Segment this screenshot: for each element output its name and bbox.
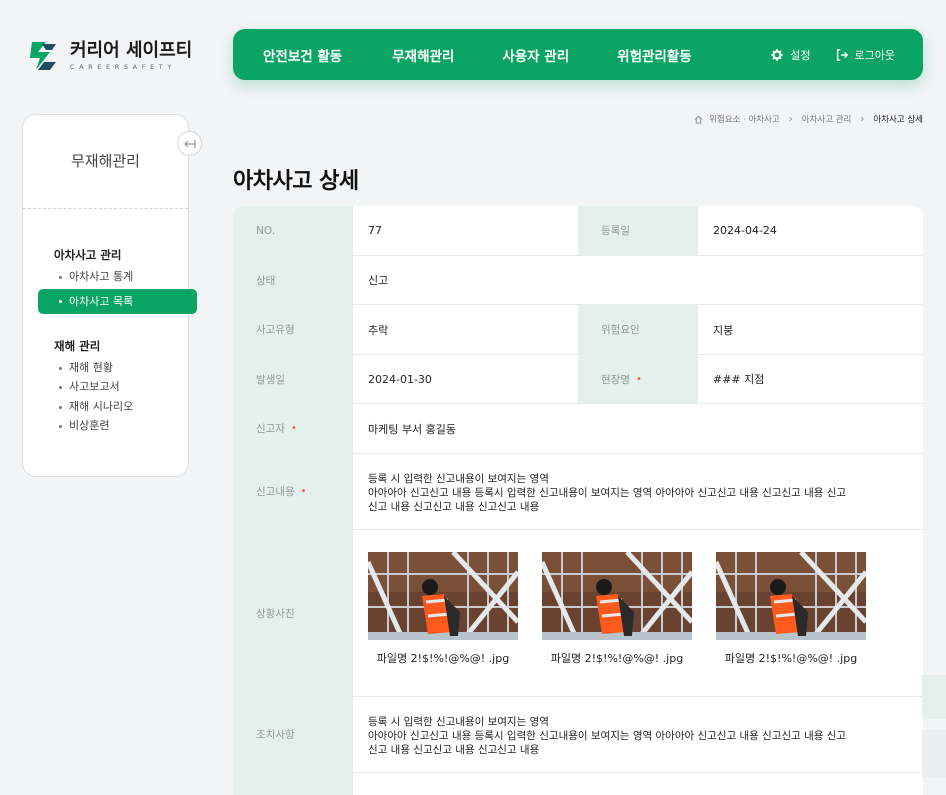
table-row: 상태 신고 bbox=[233, 256, 923, 305]
field-value-content: 등록 시 입력한 신고내용이 보여지는 영역 아아아아 신고신고 내용 등록시 … bbox=[353, 454, 923, 529]
photo-thumbnail[interactable] bbox=[368, 552, 518, 640]
field-value-status: 신고 bbox=[368, 274, 389, 287]
nav-item-zero-accident[interactable]: 무재해관리 bbox=[392, 45, 454, 65]
field-value-action: 등록 시 입력한 신고내용이 보여지는 영역 아아아아 신고신고 내용 등록시 … bbox=[353, 697, 923, 772]
photo-item[interactable]: 파일명 2!$!%!@%@! .jpg bbox=[368, 552, 518, 696]
sidebar-group-disaster: 재해 관리 재해 현황 사고보고서 재해 시나리오 비상훈련 bbox=[23, 338, 188, 436]
detail-table: NO. 77 등록일 2024-04-24 상태 신고 사고유형 추락 위험요인… bbox=[233, 206, 923, 795]
brand-logo[interactable]: 커리어 세이프티 CAREERSAFETY bbox=[28, 40, 192, 72]
photo-thumbnail[interactable] bbox=[542, 552, 692, 640]
field-label: 사고유형 bbox=[233, 305, 353, 354]
brand-name: 커리어 세이프티 bbox=[70, 40, 193, 61]
top-nav: 안전보건 활동 무재해관리 사용자 관리 위험관리활동 설정 로그아웃 bbox=[233, 29, 923, 80]
photo-filename: 파일명 2!$!%!@%@! .jpg bbox=[376, 652, 510, 665]
field-value-type: 추락 bbox=[368, 323, 389, 337]
logout-icon bbox=[836, 48, 848, 61]
settings-button[interactable]: 설정 bbox=[770, 47, 811, 63]
field-label: 조치사항 bbox=[233, 697, 353, 772]
field-value-site: ### 지점 bbox=[713, 373, 765, 386]
field-value-risk: 지붕 bbox=[713, 323, 734, 337]
nav-item-risk-mgmt[interactable]: 위험관리활동 bbox=[617, 45, 692, 65]
photo-filename: 파일명 2!$!%!@%@! .jpg bbox=[550, 652, 684, 665]
sidebar-title: 무재해관리 bbox=[23, 115, 188, 209]
breadcrumb: 위험요소 · 아차사고 › 아차사고 관리 › 아차사고 상세 bbox=[694, 113, 923, 125]
field-label-content: 신고내용 • bbox=[233, 454, 353, 529]
action-line: 신고 내용 신고신고 내용 신고신고 내용 bbox=[368, 744, 540, 756]
home-icon[interactable] bbox=[694, 115, 703, 124]
field-label-reporter: 신고자 • bbox=[233, 404, 353, 453]
required-mark: • bbox=[290, 423, 297, 434]
sidebar-item-accident-report[interactable]: 사고보고서 bbox=[23, 377, 188, 397]
content-line: 신고 내용 신고신고 내용 신고신고 내용 bbox=[368, 501, 540, 513]
table-row: NO. 77 등록일 2024-04-24 bbox=[233, 206, 923, 256]
photo-item[interactable]: 파일명 2!$!%!@%@! .jpg bbox=[716, 552, 866, 696]
field-label: NO. bbox=[233, 206, 353, 255]
field-value-date: 2024-04-24 bbox=[713, 224, 777, 237]
gear-icon bbox=[771, 48, 783, 61]
content-line: 아아아아 신고신고 내용 등록시 입력한 신고내용이 보여지는 영역 아아아아 … bbox=[368, 487, 847, 499]
page-title: 아차사고 상세 bbox=[233, 169, 359, 194]
field-label-text: 현장명 bbox=[601, 373, 630, 386]
chevron-right-icon: › bbox=[860, 113, 865, 125]
logout-label: 로그아웃 bbox=[854, 48, 895, 62]
table-row: 신고내용 • 등록 시 입력한 신고내용이 보여지는 영역 아아아아 신고신고 내… bbox=[233, 454, 923, 530]
table-row: 신고자 • 마케팅 부서 홍길동 bbox=[233, 404, 923, 454]
field-label: 발생일 bbox=[233, 355, 353, 403]
table-row: 상황사진 파일명 2!$!%!@%@! .jpg 파일명 2!$!%!@%@! … bbox=[233, 530, 923, 697]
sidebar: 무재해관리 아차사고 관리 아차사고 통계 아차사고 목록 재해 관리 재해 현… bbox=[22, 114, 202, 477]
field-label: 등록일 bbox=[578, 206, 698, 255]
field-value-occur-date: 2024-01-30 bbox=[368, 372, 432, 386]
chevron-right-icon: › bbox=[788, 113, 793, 125]
photo-thumbnail[interactable] bbox=[716, 552, 866, 640]
breadcrumb-item[interactable]: 아차사고 관리 bbox=[802, 113, 852, 125]
logout-button[interactable]: 로그아웃 bbox=[835, 47, 895, 63]
logo-mark-icon bbox=[30, 42, 56, 70]
group-title: 재해 관리 bbox=[54, 338, 101, 353]
settings-label: 설정 bbox=[790, 48, 811, 62]
field-label-text: 신고내용 bbox=[256, 486, 295, 498]
field-label: 위험요인 bbox=[578, 305, 698, 354]
field-label: 상황사진 bbox=[233, 530, 353, 696]
photo-filename: 파일명 2!$!%!@%@! .jpg bbox=[724, 652, 858, 665]
field-value-reporter: 마케팅 부서 홍길동 bbox=[368, 422, 456, 436]
brand-sub: CAREERSAFETY bbox=[70, 63, 176, 71]
field-label: 상태 bbox=[233, 256, 353, 304]
field-label-empty bbox=[233, 773, 353, 795]
photo-item[interactable]: 파일명 2!$!%!@%@! .jpg bbox=[542, 552, 692, 696]
sidebar-item-near-miss-list[interactable]: 아차사고 목록 bbox=[38, 288, 197, 314]
scroll-panel-edge bbox=[922, 730, 946, 778]
nav-item-safety[interactable]: 안전보건 활동 bbox=[263, 45, 342, 65]
group-title: 아차사고 관리 bbox=[54, 248, 122, 262]
collapse-arrow-icon bbox=[183, 139, 196, 148]
scroll-panel-edge bbox=[922, 675, 946, 719]
content-line: 등록 시 입력한 신고내용이 보여지는 영역 bbox=[368, 473, 549, 485]
required-mark: • bbox=[300, 486, 307, 497]
sidebar-item-disaster-scenario[interactable]: 재해 시나리오 bbox=[23, 397, 188, 417]
sidebar-item-near-miss-stats[interactable]: 아차사고 통계 bbox=[23, 267, 188, 287]
table-row: 발생일 2024-01-30 현장명 • ### 지점 bbox=[233, 355, 923, 404]
table-row: 조치사항 등록 시 입력한 신고내용이 보여지는 영역 아아아아 신고신고 내용… bbox=[233, 697, 923, 773]
photo-list: 파일명 2!$!%!@%@! .jpg 파일명 2!$!%!@%@! .jpg … bbox=[353, 530, 866, 696]
required-mark: • bbox=[635, 373, 642, 385]
field-label-text: 신고자 bbox=[256, 423, 285, 435]
action-line: 등록 시 입력한 신고내용이 보여지는 영역 bbox=[368, 716, 549, 728]
table-row bbox=[233, 773, 923, 795]
nav-item-user-mgmt[interactable]: 사용자 관리 bbox=[502, 45, 569, 65]
action-line: 아아아아 신고신고 내용 등록시 입력한 신고내용이 보여지는 영역 아아아아 … bbox=[368, 730, 847, 742]
sidebar-item-disaster-status[interactable]: 재해 현황 bbox=[23, 358, 188, 378]
sidebar-group-near-miss: 아차사고 관리 아차사고 통계 아차사고 목록 bbox=[23, 247, 197, 314]
sidebar-item-emergency-drill[interactable]: 비상훈련 bbox=[23, 416, 188, 436]
table-row: 사고유형 추락 위험요인 지붕 bbox=[233, 305, 923, 355]
breadcrumb-item[interactable]: 위험요소 · 아차사고 bbox=[709, 113, 780, 125]
field-label-site: 현장명 • bbox=[578, 355, 698, 403]
field-value-no: 77 bbox=[368, 224, 382, 237]
sidebar-collapse-button[interactable] bbox=[177, 131, 202, 156]
breadcrumb-current: 아차사고 상세 bbox=[873, 115, 923, 125]
